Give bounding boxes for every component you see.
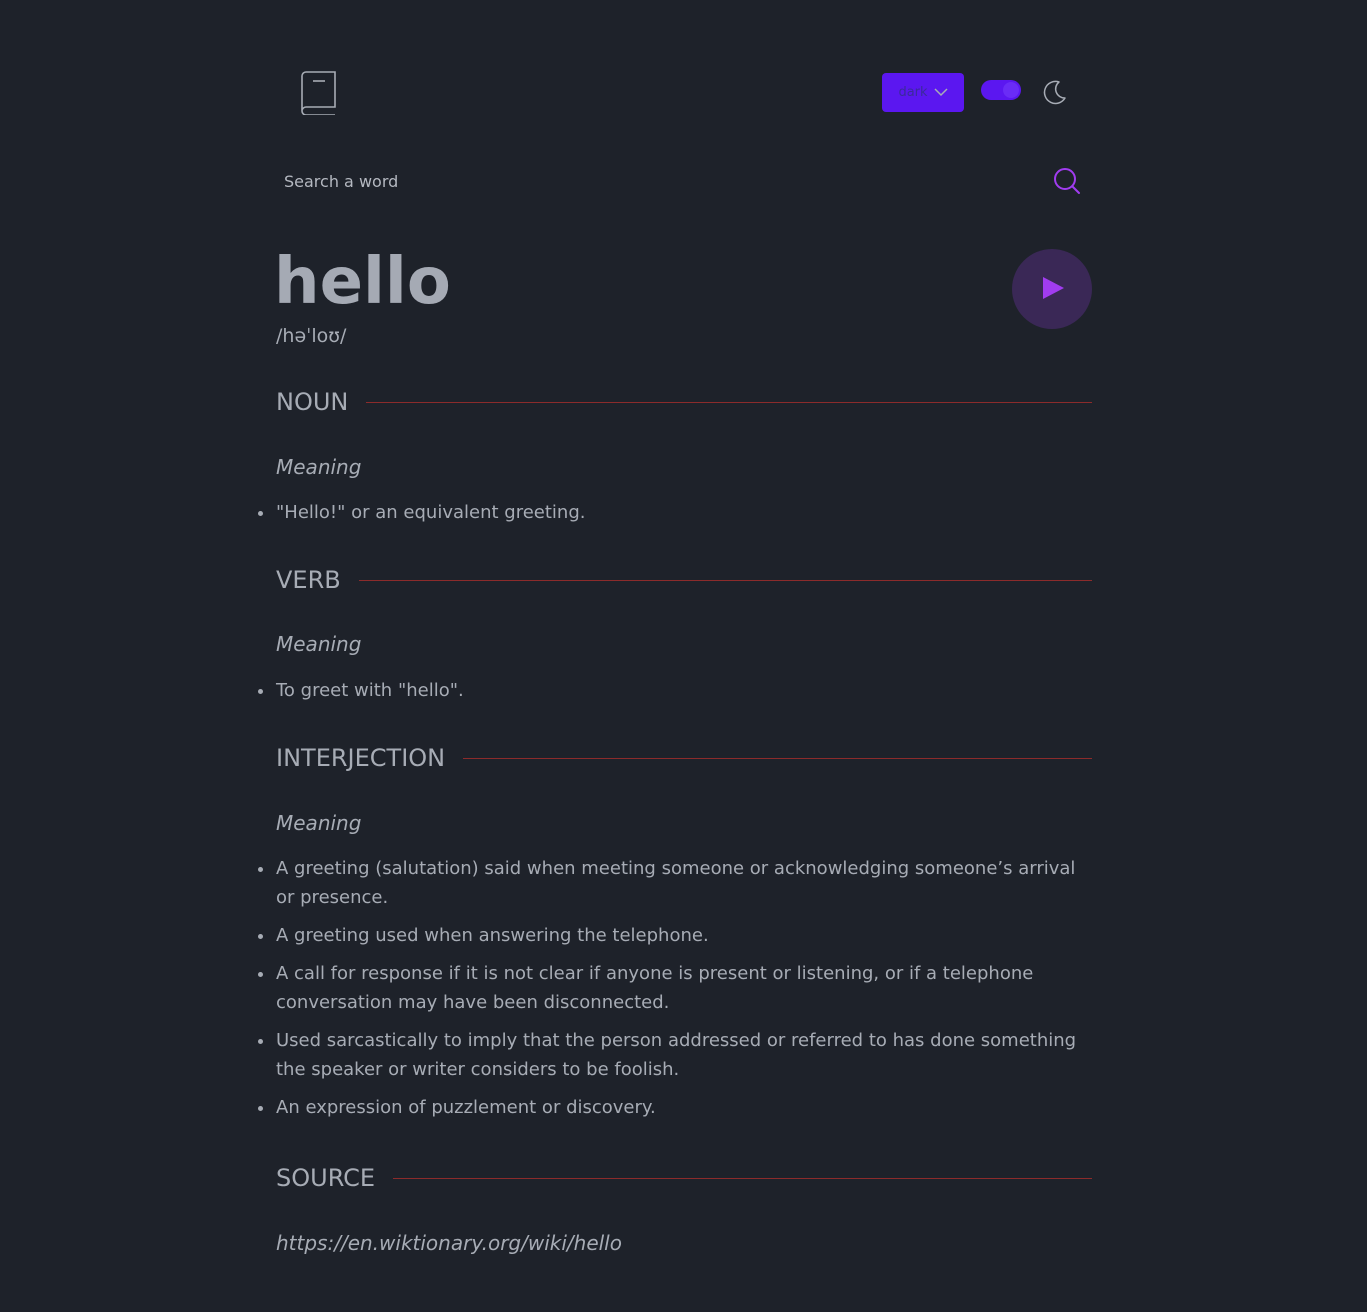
book-logo-icon (301, 71, 336, 115)
dictionary-app: dark hello /həˈloʊ/ NOUN Meaning "Hello! (0, 0, 1367, 1312)
word-title: hello (274, 245, 451, 319)
theme-toggle[interactable] (981, 80, 1021, 100)
section-heading-noun: NOUN (276, 386, 1092, 418)
divider (358, 579, 1092, 581)
header: dark (276, 66, 1092, 120)
definition-item: "Hello!" or an equivalent greeting. (258, 498, 1096, 527)
divider (463, 757, 1092, 759)
definition-item: Used sarcastically to imply that the per… (258, 1026, 1096, 1084)
source-heading: SOURCE (276, 1164, 376, 1192)
part-of-speech-label: INTERJECTION (276, 744, 446, 772)
play-pronunciation-button[interactable] (1012, 249, 1092, 329)
phonetic-text: /həˈloʊ/ (276, 325, 347, 347)
search-icon[interactable] (1052, 166, 1082, 196)
font-select-label: dark (898, 85, 928, 100)
definition-item: A greeting used when answering the telep… (258, 921, 1096, 950)
play-icon (1043, 277, 1064, 299)
meaning-label: Meaning (276, 455, 362, 479)
source-link[interactable]: https://en.wiktionary.org/wiki/hello (276, 1229, 622, 1257)
definition-list-interjection: A greeting (salutation) said when meetin… (258, 854, 1096, 1131)
definition-list-verb: To greet with "hello". (258, 676, 1096, 714)
part-of-speech-label: NOUN (276, 388, 349, 416)
section-heading-interjection: INTERJECTION (276, 742, 1092, 774)
definition-item: An expression of puzzlement or discovery… (258, 1093, 1096, 1122)
section-heading-verb: VERB (276, 564, 1092, 596)
search-bar (276, 158, 1092, 204)
section-heading-source: SOURCE (276, 1162, 1092, 1194)
search-input[interactable] (276, 158, 1044, 204)
definition-item: To greet with "hello". (258, 676, 1096, 705)
definition-item: A call for response if it is not clear i… (258, 959, 1096, 1017)
toggle-knob (1003, 82, 1019, 98)
part-of-speech-label: VERB (276, 566, 341, 594)
meaning-label: Meaning (276, 811, 362, 835)
divider (393, 1177, 1092, 1179)
divider (366, 401, 1092, 403)
definition-list-noun: "Hello!" or an equivalent greeting. (258, 498, 1096, 536)
chevron-down-icon (934, 88, 948, 97)
moon-icon (1043, 80, 1066, 105)
font-select-dropdown[interactable]: dark (882, 73, 964, 112)
meaning-label: Meaning (276, 632, 362, 656)
definition-item: A greeting (salutation) said when meetin… (258, 854, 1096, 912)
